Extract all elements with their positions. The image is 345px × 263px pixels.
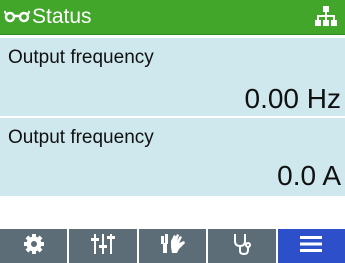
settings-button[interactable]: [0, 229, 70, 263]
parameter-label: Output frequency: [8, 127, 154, 148]
output-current-panel[interactable]: Output frequency 0.0 A: [0, 118, 345, 196]
status-header: Status: [0, 0, 345, 35]
manual-control-button[interactable]: [139, 229, 209, 263]
menu-button[interactable]: [277, 229, 345, 263]
gear-icon: [23, 233, 45, 260]
sliders-icon: [91, 232, 116, 261]
parameters-button[interactable]: [69, 229, 139, 263]
diagnostics-button[interactable]: [208, 229, 278, 263]
bottom-toolbar: [0, 229, 345, 263]
glasses-icon: [3, 9, 31, 28]
hand-icon: [160, 233, 186, 260]
page-title: Status: [32, 5, 92, 28]
output-frequency-panel[interactable]: Output frequency 0.00 Hz: [0, 38, 345, 116]
stethoscope-icon: [232, 232, 252, 261]
menu-icon: [300, 235, 323, 258]
network-icon[interactable]: [315, 5, 337, 32]
parameter-label: Output frequency: [8, 47, 154, 68]
parameter-value: 0.0 A: [277, 160, 341, 191]
parameter-value: 0.00 Hz: [244, 83, 342, 114]
